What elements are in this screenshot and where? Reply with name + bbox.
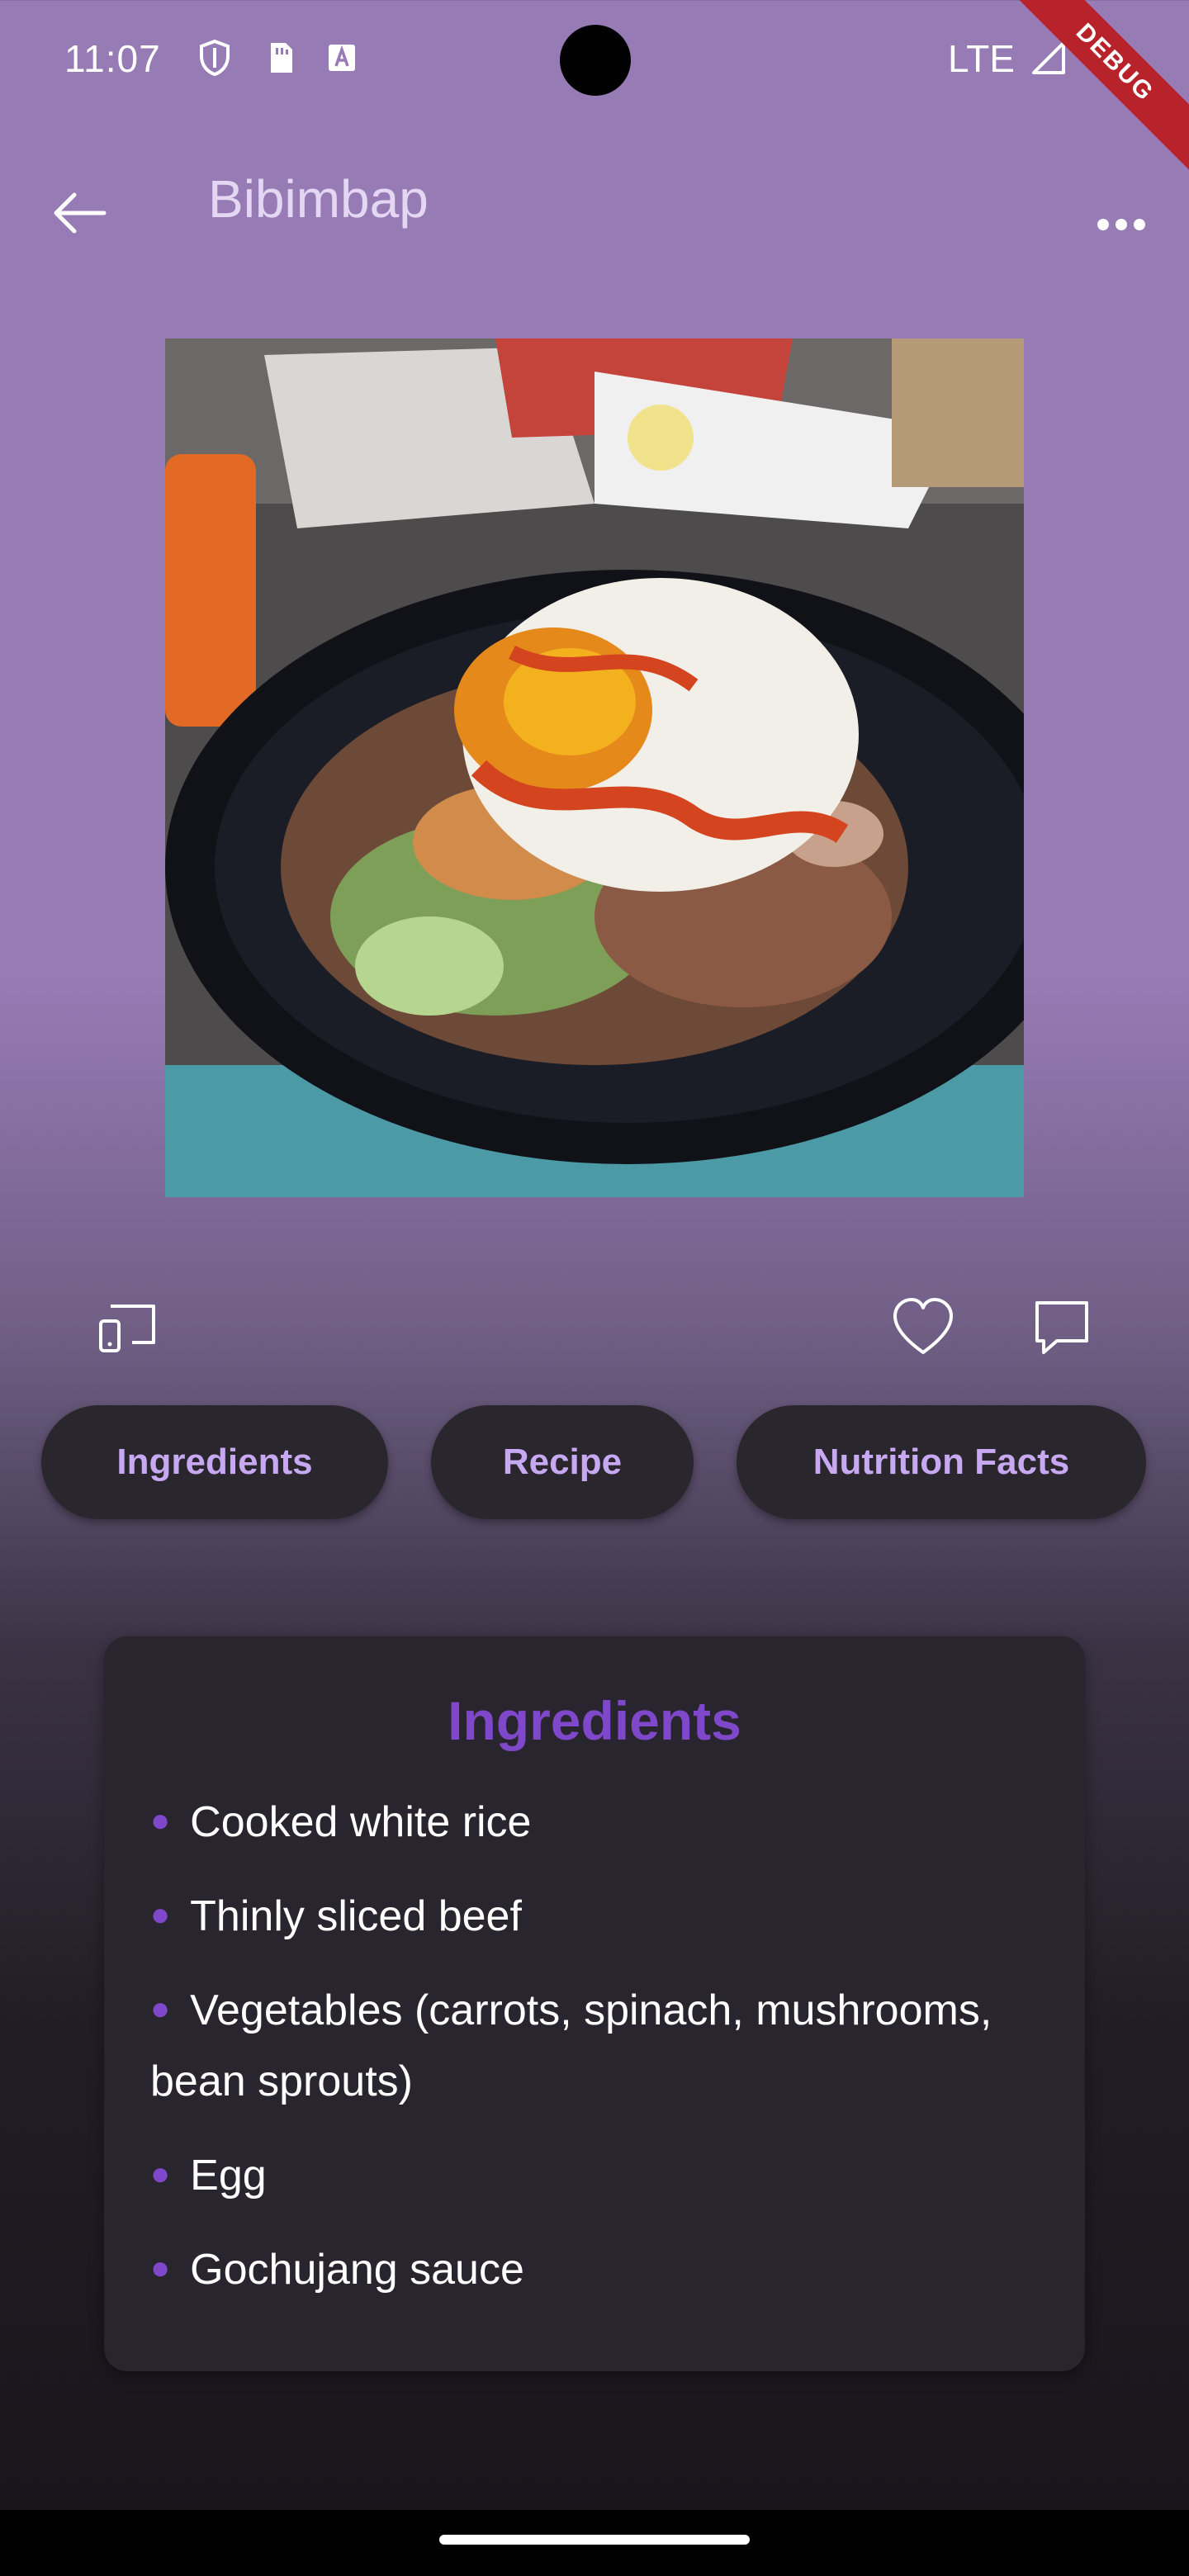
list-item: ● Thinly sliced beef [150, 1879, 1042, 1952]
status-time: 11:07 [64, 37, 161, 80]
card-title: Ingredients [448, 1690, 741, 1751]
arrow-left-icon[interactable] [41, 173, 121, 253]
chip-recipe[interactable]: Recipe [431, 1405, 694, 1519]
page-title: Bibimbap [208, 169, 429, 229]
hero-image [165, 339, 1024, 1197]
heart-icon[interactable] [883, 1288, 963, 1367]
chip-ingredients[interactable]: Ingredients [41, 1405, 388, 1519]
list-item: ● Gochujang sauce [150, 2233, 1042, 2305]
ingredient-text: Egg [190, 2152, 267, 2200]
network-type: LTE [948, 37, 1015, 80]
home-gesture-handle[interactable] [439, 2535, 750, 2545]
ingredients-list: ● Cooked white rice ● Thinly sliced beef ●… [150, 1785, 1042, 2327]
front-camera [560, 25, 631, 96]
ingredients-card: Ingredients ● Cooked white rice ● Thinly s… [104, 1636, 1085, 2371]
list-item: ● Cooked white rice [150, 1785, 1042, 1858]
app-bar: Bibimbap [0, 149, 1189, 256]
sim-card-icon [271, 43, 292, 73]
shield-icon [200, 39, 230, 77]
list-item: ● Vegetables (carrots, spinach, mushrooms… [150, 1973, 1042, 2117]
chip-nutrition-facts[interactable]: Nutrition Facts [737, 1405, 1146, 1519]
bullet-icon: ● [150, 1991, 171, 2027]
navigation-bar [0, 2510, 1189, 2576]
status-bar: 11:07 LTE DEBUG [0, 0, 1189, 173]
ingredient-text: Gochujang sauce [190, 2246, 524, 2294]
bullet-icon: ● [150, 2156, 171, 2192]
ingredient-text: Cooked white rice [190, 1798, 532, 1846]
bullet-icon: ● [150, 1896, 171, 1933]
font-a-icon [329, 45, 355, 71]
ingredient-text: Thinly sliced beef [190, 1892, 522, 1940]
cast-icon[interactable] [88, 1288, 167, 1367]
ingredient-text: Vegetables (carrots, spinach, mushrooms,… [150, 1986, 992, 2105]
more-horizontal-icon[interactable] [1082, 173, 1161, 253]
debug-banner: DEBUG [1005, 0, 1189, 173]
list-item: ● Egg [150, 2138, 1042, 2211]
bullet-icon: ● [150, 2250, 171, 2286]
comment-icon[interactable] [1022, 1288, 1101, 1367]
bullet-icon: ● [150, 1802, 171, 1839]
